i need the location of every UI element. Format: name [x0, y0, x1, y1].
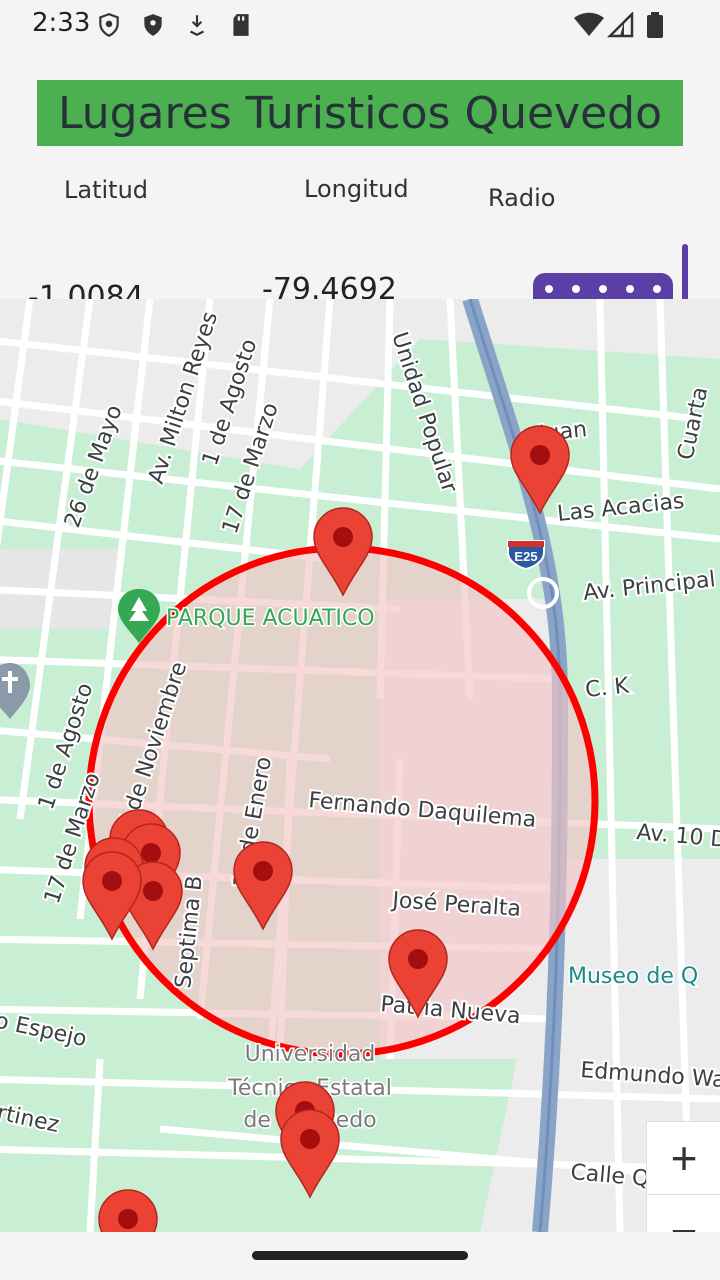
longitude-label: Longitud	[304, 175, 409, 203]
app-title-bar: Lugares Turisticos Quevedo	[37, 80, 683, 146]
shield-outline-icon	[99, 13, 119, 38]
download-icon	[190, 15, 204, 36]
latitude-label: Latitud	[64, 176, 149, 204]
longitude-value[interactable]: -79.4692	[262, 272, 397, 299]
latitude-value[interactable]: -1.0084	[28, 280, 144, 299]
cellular-signal-icon	[606, 12, 634, 38]
map-view[interactable]: E25 Juan Las Acacias Av. Principal C. K …	[0, 299, 720, 1232]
place-label-parque: PARQUE ACUATICO	[166, 606, 375, 631]
home-gesture-handle[interactable]	[252, 1251, 468, 1260]
slider-tick	[626, 285, 634, 293]
university-line: Universidad	[245, 1042, 376, 1067]
sd-card-icon	[233, 14, 249, 36]
place-label-museo: Museo de Q	[568, 964, 698, 989]
zoom-in-button[interactable]: +	[646, 1121, 720, 1195]
battery-icon	[647, 12, 663, 38]
zoom-out-button[interactable]: −	[646, 1194, 720, 1232]
slider-tick	[653, 285, 661, 293]
radius-label: Radio	[488, 184, 556, 212]
status-bar: 2:33	[0, 0, 720, 48]
highway-badge-label: E25	[514, 549, 537, 564]
radius-slider-thumb[interactable]	[682, 244, 688, 304]
street-label: C. K	[584, 673, 631, 702]
slider-tick	[545, 285, 553, 293]
shield-icon	[144, 14, 162, 36]
status-time: 2:33	[32, 8, 91, 38]
wifi-icon	[574, 12, 604, 36]
slider-tick	[599, 285, 607, 293]
map-canvas[interactable]: E25 Juan Las Acacias Av. Principal C. K …	[0, 299, 720, 1232]
app-title: Lugares Turisticos Quevedo	[58, 87, 662, 139]
slider-tick	[572, 285, 580, 293]
